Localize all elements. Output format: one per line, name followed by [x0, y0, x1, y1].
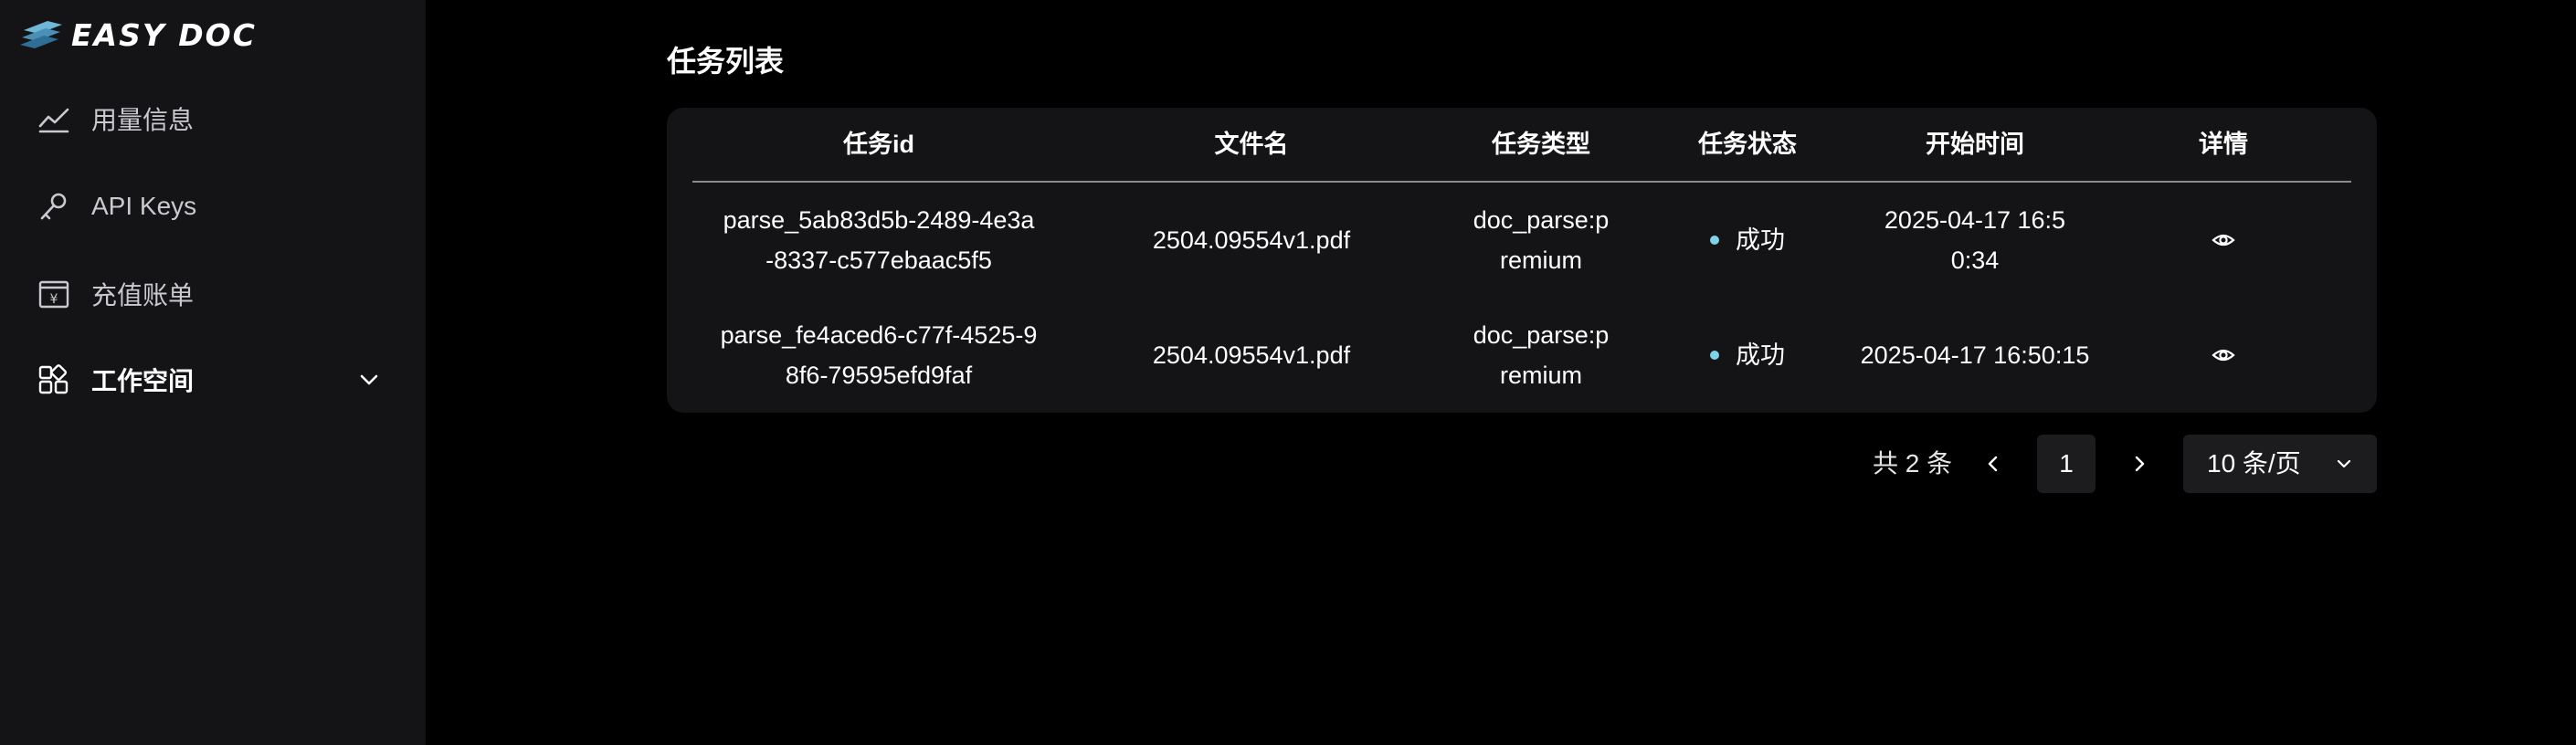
status-label: 成功 [1736, 226, 1785, 254]
sidebar-item-usage[interactable]: 用量信息 [37, 91, 384, 146]
column-header-task-status: 任务状态 [1698, 131, 1797, 158]
sidebar-item-label: 用量信息 [91, 106, 195, 134]
task-id-cell: parse_5ab83d5b-2489-4e3a-8337-c577ebaac5… [723, 206, 1035, 274]
task-status-cell: 成功 [1644, 298, 1851, 413]
trend-line-icon [37, 101, 71, 136]
sidebar-item-label: 工作空间 [91, 367, 195, 395]
page-size-select[interactable]: 10 条/页 [2183, 435, 2377, 493]
page-title: 任务列表 [667, 45, 785, 78]
receipt-yen-icon: ¥ [37, 277, 71, 311]
column-header-details: 详情 [2199, 131, 2248, 158]
task-type-cell: doc_parse:premium [1473, 321, 1610, 389]
brand-logo[interactable]: EASY DOC [20, 16, 257, 53]
task-id-cell: parse_fe4aced6-c77f-4525-98f6-79595efd9f… [720, 321, 1038, 389]
sidebar-item-api-keys[interactable]: API Keys [37, 179, 384, 234]
next-page-button[interactable] [2110, 435, 2169, 493]
pagination-total: 共 2 条 [1873, 449, 1953, 477]
status-label: 成功 [1736, 341, 1785, 369]
page-size-value: 10 条/页 [2207, 449, 2301, 477]
details-cell [2099, 183, 2348, 298]
sidebar-item-workspace[interactable]: 工作空间 [37, 352, 384, 407]
task-table: 任务id 文件名 任务类型 任务状态 开始时间 详情 parse_5ab83d5… [667, 108, 2377, 413]
column-header-task-id: 任务id [843, 131, 914, 158]
sidebar: EASY DOC 用量信息 API Keys ¥ 充值账单 工作空间 [0, 0, 426, 745]
svg-text:¥: ¥ [50, 292, 58, 307]
chevron-right-icon [2135, 456, 2145, 472]
column-header-task-type: 任务类型 [1492, 131, 1590, 158]
start-time-cell: 2025-04-17 16:50:15 [1860, 341, 2090, 369]
page-number-button[interactable]: 1 [2037, 435, 2096, 493]
task-type-cell: doc_parse:premium [1473, 206, 1610, 274]
chevron-down-icon[interactable] [354, 365, 384, 394]
column-header-start-time: 开始时间 [1926, 131, 2024, 158]
task-status-cell: 成功 [1644, 183, 1851, 298]
grid-apps-icon [37, 362, 71, 397]
table-header: 任务id 文件名 任务类型 任务状态 开始时间 详情 [692, 108, 2351, 183]
table-row: parse_fe4aced6-c77f-4525-98f6-79595efd9f… [692, 298, 2351, 413]
start-time-cell: 2025-04-17 16:50:34 [1884, 206, 2066, 274]
prev-page-button[interactable] [1964, 435, 2022, 493]
file-name-cell: 2504.09554v1.pdf [1152, 226, 1351, 254]
details-cell [2099, 298, 2348, 413]
table-row: parse_5ab83d5b-2489-4e3a-8337-c577ebaac5… [692, 183, 2351, 298]
easydoc-logo-icon [20, 21, 62, 48]
sidebar-item-billing[interactable]: ¥ 充值账单 [37, 267, 384, 321]
status-success-dot [1710, 351, 1719, 360]
sidebar-item-label: API Keys [91, 192, 197, 220]
chevron-down-icon [2337, 459, 2351, 468]
column-header-file-name: 文件名 [1214, 131, 1289, 158]
file-name-cell: 2504.09554v1.pdf [1152, 341, 1351, 369]
eye-icon[interactable] [2211, 342, 2236, 368]
sidebar-item-label: 充值账单 [91, 281, 195, 310]
app-root: EASY DOC 用量信息 API Keys ¥ 充值账单 工作空间 任务列表 … [0, 0, 2576, 745]
key-icon [37, 189, 71, 224]
eye-icon[interactable] [2211, 227, 2236, 253]
chevron-left-icon [1988, 456, 1998, 472]
status-success-dot [1710, 236, 1719, 245]
brand-name: EASY DOC [71, 16, 257, 53]
